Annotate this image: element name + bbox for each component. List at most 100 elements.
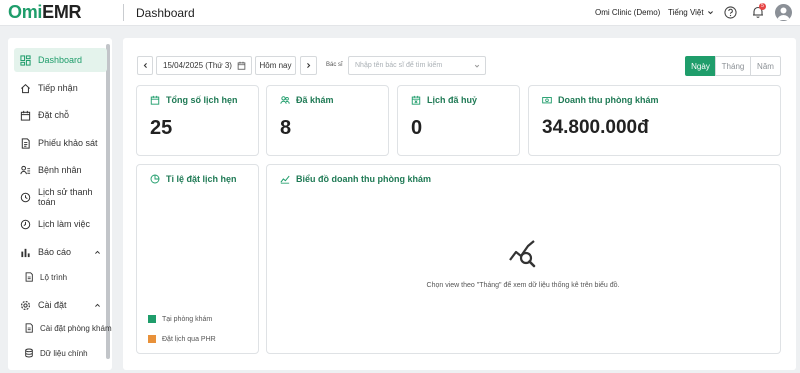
card-title: Doanh thu phòng khám <box>542 95 659 105</box>
sidebar-item-label: Tiếp nhận <box>38 83 78 93</box>
doctor-label: Bác sĩ <box>326 62 343 68</box>
survey-icon <box>21 137 30 149</box>
card-title: Tỉ lệ đặt lịch hẹn <box>150 174 237 184</box>
stat-card-total-appointments: Tổng số lịch hẹn 25 <box>136 85 259 156</box>
sidebar-item-label: Đặt chỗ <box>38 110 70 120</box>
chevron-down-icon <box>707 11 713 15</box>
clinic-settings-icon <box>25 323 33 333</box>
sidebar-item-work-schedule[interactable]: Lịch làm việc <box>14 212 107 236</box>
chevron-right-icon <box>307 63 311 68</box>
document-icon <box>25 272 33 282</box>
chevron-up-icon <box>95 250 100 254</box>
view-day-button[interactable]: Ngày <box>685 56 716 76</box>
prev-day-button[interactable] <box>137 56 153 75</box>
card-title-label: Biểu đồ doanh thu phòng khám <box>296 174 431 184</box>
home-icon <box>21 83 30 93</box>
card-value: 0 <box>411 117 423 139</box>
legend-item-phr: Đặt lịch qua PHR <box>148 335 216 343</box>
language-switcher[interactable]: Tiếng Việt <box>668 8 714 17</box>
chevron-up-icon <box>95 303 100 307</box>
language-label: Tiếng Việt <box>668 8 704 17</box>
sidebar-item-dashboard[interactable]: Dashboard <box>14 48 107 72</box>
calendar-icon <box>237 61 246 70</box>
sidebar-item-roadmap[interactable]: Lộ trình <box>24 267 67 287</box>
stat-card-examined: Đã khám 8 <box>266 85 389 156</box>
legend-item-clinic: Tại phòng khám <box>148 315 212 323</box>
card-title: Tổng số lịch hẹn <box>150 95 238 105</box>
money-icon <box>542 97 552 104</box>
chevron-down-icon <box>474 64 480 68</box>
history-icon <box>20 192 31 202</box>
calendar-x-icon <box>411 95 421 105</box>
sidebar-item-label: Lịch sử thanh toán <box>38 187 93 207</box>
legend-label: Tại phòng khám <box>162 315 213 323</box>
sidebar-item-reception[interactable]: Tiếp nhận <box>14 76 107 100</box>
sidebar-item-survey[interactable]: Phiếu khảo sát <box>14 131 107 155</box>
sidebar-item-label: Cài đặt <box>38 300 67 310</box>
stat-card-revenue: Doanh thu phòng khám 34.800.000đ <box>528 85 781 156</box>
legend-swatch <box>148 315 156 323</box>
card-title-label: Tổng số lịch hẹn <box>166 95 238 105</box>
top-bar: OmiEMR Dashboard Omi Clinic (Demo) Tiếng… <box>0 0 800 26</box>
today-button[interactable]: Hôm nay <box>255 56 296 75</box>
page-title: Dashboard <box>136 6 195 20</box>
card-title: Lịch đã huỷ <box>411 95 477 105</box>
pie-chart-icon <box>150 174 160 184</box>
doctor-search-placeholder: Nhập tên bác sĩ để tìm kiếm <box>355 62 443 69</box>
sidebar-item-label: Dashboard <box>38 55 83 65</box>
sidebar-item-label: Báo cáo <box>38 247 72 257</box>
sidebar-item-label: Dữ liệu chính <box>40 348 88 358</box>
dashboard-icon <box>20 54 31 66</box>
database-icon <box>25 348 33 358</box>
sidebar-item-label: Lịch làm việc <box>38 219 91 229</box>
header-divider <box>123 4 124 21</box>
line-chart-icon <box>280 175 290 184</box>
card-title-label: Doanh thu phòng khám <box>558 95 659 105</box>
sidebar-item-label: Cài đặt phòng khám <box>40 323 112 333</box>
card-title-label: Lịch đã huỷ <box>427 95 478 105</box>
view-year-button[interactable]: Năm <box>750 56 781 76</box>
sidebar-item-label: Lộ trình <box>40 272 68 282</box>
card-title-label: Tỉ lệ đặt lịch hẹn <box>166 174 237 184</box>
logo-omi: Omi <box>8 2 43 22</box>
card-value: 25 <box>150 117 173 139</box>
sidebar-item-reports[interactable]: Báo cáo <box>14 240 107 264</box>
chevron-left-icon <box>143 63 147 68</box>
users-icon <box>280 96 290 104</box>
user-icon <box>777 7 790 20</box>
sidebar-item-payment-history[interactable]: Lịch sử thanh toán <box>14 185 107 209</box>
avatar[interactable] <box>775 4 792 21</box>
legend-swatch <box>148 335 156 343</box>
sidebar-item-label: Bệnh nhân <box>38 165 82 175</box>
empty-chart-message: Chọn view theo "Tháng" để xem dữ liệu th… <box>426 282 620 289</box>
clinic-switcher[interactable]: Omi Clinic (Demo) <box>595 8 660 17</box>
empty-chart-icon <box>509 240 536 268</box>
card-title: Đã khám <box>280 95 334 105</box>
card-title-label: Đã khám <box>296 95 334 105</box>
sidebar-item-clinic-settings[interactable]: Cài đặt phòng khám <box>24 318 112 338</box>
weekday-value: (Thứ 3) <box>205 61 232 70</box>
stat-card-cancelled: Lịch đã huỷ 0 <box>397 85 520 156</box>
patients-icon <box>20 165 31 174</box>
view-month-button[interactable]: Tháng <box>715 56 751 76</box>
card-value: 34.800.000đ <box>542 117 649 138</box>
legend-label: Đặt lịch qua PHR <box>162 335 216 343</box>
sidebar-item-master-data[interactable]: Dữ liệu chính <box>24 343 88 363</box>
logo[interactable]: OmiEMR <box>8 2 82 23</box>
sidebar-item-patients[interactable]: Bệnh nhân <box>14 158 107 182</box>
gear-icon <box>20 300 31 310</box>
date-picker[interactable]: 15/04/2025 (Thứ 3) <box>156 56 252 75</box>
calendar-icon <box>20 110 31 121</box>
booking-ratio-card: Tỉ lệ đặt lịch hẹn <box>136 164 259 354</box>
card-title: Biểu đồ doanh thu phòng khám <box>280 174 431 184</box>
clock-icon <box>20 219 31 229</box>
sidebar-item-label: Phiếu khảo sát <box>38 138 98 148</box>
sidebar-item-booking[interactable]: Đặt chỗ <box>14 103 107 127</box>
card-value: 8 <box>280 117 292 139</box>
date-value: 15/04/2025 <box>163 61 204 70</box>
doctor-search-select[interactable]: Nhập tên bác sĩ để tìm kiếm <box>348 56 486 75</box>
sidebar-item-settings[interactable]: Cài đặt <box>14 293 107 317</box>
help-icon[interactable] <box>724 6 737 19</box>
bar-chart-icon <box>21 248 30 257</box>
next-day-button[interactable] <box>300 56 317 75</box>
